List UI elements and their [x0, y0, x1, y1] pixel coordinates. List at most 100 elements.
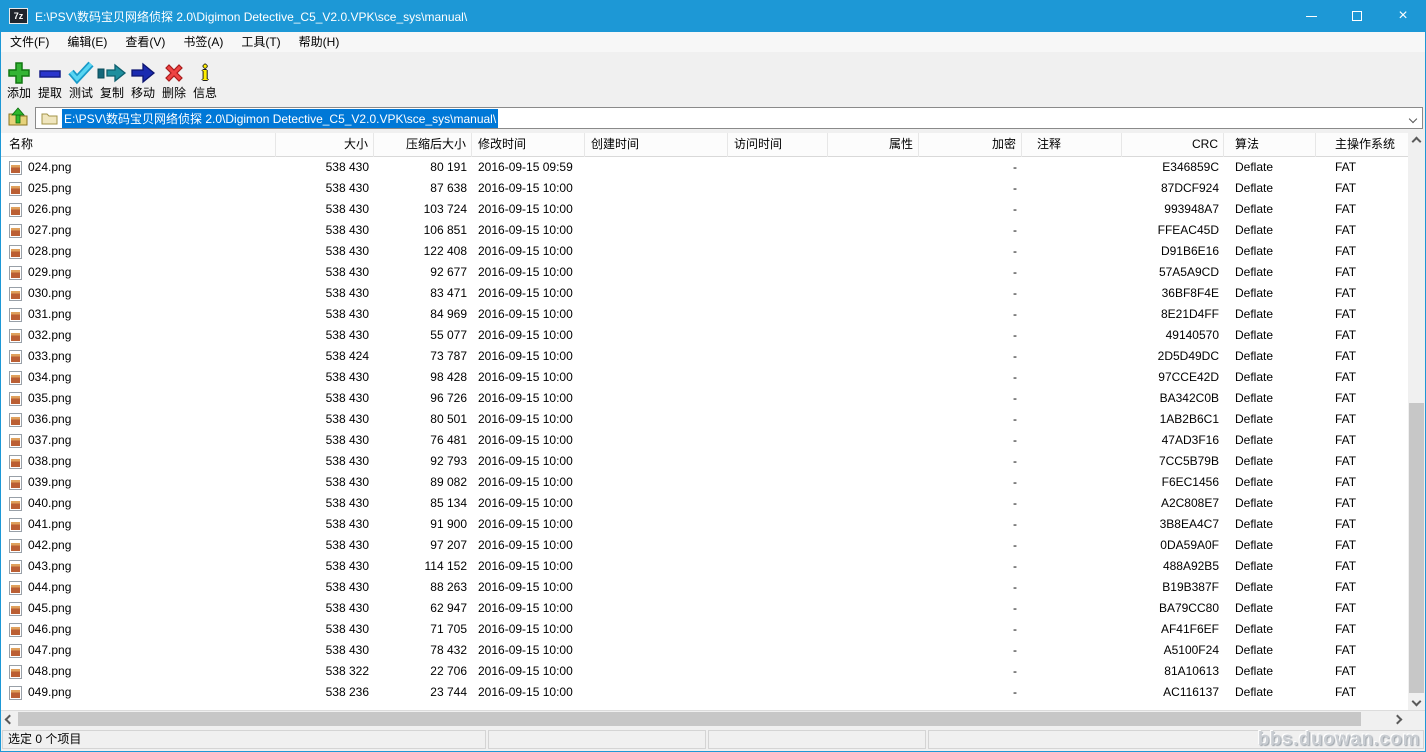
table-row[interactable]: 028.png 538 430 122 408 2016-09-15 10:00… — [1, 241, 1410, 262]
column-header-method[interactable]: 算法 — [1224, 133, 1316, 157]
vertical-scrollbar-thumb[interactable] — [1409, 403, 1424, 693]
column-header-size[interactable]: 大小 — [276, 133, 374, 157]
delete-button[interactable]: 删除 — [159, 55, 189, 101]
file-crc: D91B6E16 — [1122, 241, 1224, 262]
vertical-scrollbar[interactable] — [1408, 133, 1425, 710]
table-row[interactable]: 033.png 538 424 73 787 2016-09-15 10:00 … — [1, 346, 1410, 367]
file-created — [585, 241, 728, 262]
column-header-crc[interactable]: CRC — [1122, 133, 1224, 157]
chevron-down-icon[interactable] — [1409, 115, 1417, 123]
image-file-icon — [9, 581, 22, 595]
menu-edit[interactable]: 编辑(E) — [58, 32, 116, 52]
extract-button[interactable]: 提取 — [35, 55, 65, 101]
menu-bookmarks[interactable]: 书签(A) — [174, 32, 232, 52]
table-row[interactable]: 045.png 538 430 62 947 2016-09-15 10:00 … — [1, 598, 1410, 619]
menu-file[interactable]: 文件(F) — [1, 32, 58, 52]
test-button[interactable]: 测试 — [66, 55, 96, 101]
table-row[interactable]: 027.png 538 430 106 851 2016-09-15 10:00… — [1, 220, 1410, 241]
table-row[interactable]: 042.png 538 430 97 207 2016-09-15 10:00 … — [1, 535, 1410, 556]
column-header-created[interactable]: 创建时间 — [585, 133, 728, 157]
table-row[interactable]: 031.png 538 430 84 969 2016-09-15 10:00 … — [1, 304, 1410, 325]
file-name: 035.png — [28, 388, 71, 409]
chevron-left-icon — [5, 714, 15, 724]
file-name: 049.png — [28, 682, 71, 703]
close-icon: × — [1398, 8, 1407, 24]
table-row[interactable]: 044.png 538 430 88 263 2016-09-15 10:00 … — [1, 577, 1410, 598]
table-row[interactable]: 037.png 538 430 76 481 2016-09-15 10:00 … — [1, 430, 1410, 451]
table-row[interactable]: 048.png 538 322 22 706 2016-09-15 10:00 … — [1, 661, 1410, 682]
menu-view[interactable]: 查看(V) — [116, 32, 174, 52]
file-accessed — [728, 430, 828, 451]
column-header-host-os[interactable]: 主操作系统 — [1316, 133, 1410, 157]
status-panel-3 — [708, 730, 926, 749]
minimize-button[interactable] — [1288, 0, 1334, 32]
file-size: 538 430 — [276, 388, 374, 409]
file-accessed — [728, 619, 828, 640]
scroll-left-button[interactable] — [1, 711, 18, 727]
menu-help[interactable]: 帮助(H) — [290, 32, 349, 52]
column-header-comment[interactable]: 注释 — [1022, 133, 1122, 157]
column-header-attributes[interactable]: 属性 — [828, 133, 919, 157]
file-created — [585, 514, 728, 535]
maximize-button[interactable] — [1334, 0, 1380, 32]
file-size: 538 322 — [276, 661, 374, 682]
move-button[interactable]: 移动 — [128, 55, 158, 101]
file-name: 033.png — [28, 346, 71, 367]
table-row[interactable]: 024.png 538 430 80 191 2016-09-15 09:59 … — [1, 157, 1410, 178]
table-row[interactable]: 041.png 538 430 91 900 2016-09-15 10:00 … — [1, 514, 1410, 535]
file-crc: AC116137 — [1122, 682, 1224, 703]
table-row[interactable]: 047.png 538 430 78 432 2016-09-15 10:00 … — [1, 640, 1410, 661]
file-created — [585, 472, 728, 493]
file-size: 538 430 — [276, 577, 374, 598]
horizontal-scrollbar-thumb[interactable] — [18, 712, 1361, 726]
add-button[interactable]: 添加 — [4, 55, 34, 101]
table-row[interactable]: 034.png 538 430 98 428 2016-09-15 10:00 … — [1, 367, 1410, 388]
up-one-level-button[interactable] — [5, 106, 31, 130]
file-accessed — [728, 556, 828, 577]
table-row[interactable]: 030.png 538 430 83 471 2016-09-15 10:00 … — [1, 283, 1410, 304]
column-header-accessed[interactable]: 访问时间 — [728, 133, 828, 157]
table-row[interactable]: 035.png 538 430 96 726 2016-09-15 10:00 … — [1, 388, 1410, 409]
table-row[interactable]: 039.png 538 430 89 082 2016-09-15 10:00 … — [1, 472, 1410, 493]
table-row[interactable]: 046.png 538 430 71 705 2016-09-15 10:00 … — [1, 619, 1410, 640]
file-host-os: FAT — [1316, 241, 1410, 262]
file-attributes — [828, 451, 919, 472]
table-row[interactable]: 032.png 538 430 55 077 2016-09-15 10:00 … — [1, 325, 1410, 346]
column-header-encrypted[interactable]: 加密 — [919, 133, 1022, 157]
table-row[interactable]: 038.png 538 430 92 793 2016-09-15 10:00 … — [1, 451, 1410, 472]
column-header-modified[interactable]: 修改时间 — [472, 133, 585, 157]
table-row[interactable]: 029.png 538 430 92 677 2016-09-15 10:00 … — [1, 262, 1410, 283]
image-file-icon — [9, 623, 22, 637]
close-button[interactable]: × — [1380, 0, 1426, 32]
file-packed-size: 92 677 — [374, 262, 472, 283]
table-row[interactable]: 036.png 538 430 80 501 2016-09-15 10:00 … — [1, 409, 1410, 430]
status-selected-items: 选定 0 个项目 — [2, 730, 486, 749]
file-created — [585, 451, 728, 472]
file-modified: 2016-09-15 10:00 — [472, 619, 585, 640]
file-attributes — [828, 409, 919, 430]
table-row[interactable]: 026.png 538 430 103 724 2016-09-15 10:00… — [1, 199, 1410, 220]
file-attributes — [828, 661, 919, 682]
file-host-os: FAT — [1316, 661, 1410, 682]
column-header-row: 名称 大小 压缩后大小 修改时间 创建时间 访问时间 属性 加密 注释 CRC … — [1, 133, 1410, 157]
table-row[interactable]: 049.png 538 236 23 744 2016-09-15 10:00 … — [1, 682, 1410, 703]
copy-button[interactable]: 复制 — [97, 55, 127, 101]
address-input[interactable]: E:\PSV\数码宝贝网络侦探 2.0\Digimon Detective_C5… — [35, 107, 1423, 129]
column-header-packed-size[interactable]: 压缩后大小 — [374, 133, 472, 157]
file-comment — [1022, 346, 1122, 367]
info-button[interactable]: i 信息 — [190, 55, 220, 101]
scroll-up-button[interactable] — [1408, 133, 1425, 150]
scroll-right-button[interactable] — [1389, 711, 1406, 727]
column-header-name[interactable]: 名称 — [1, 133, 276, 157]
file-name: 047.png — [28, 640, 71, 661]
table-row[interactable]: 025.png 538 430 87 638 2016-09-15 10:00 … — [1, 178, 1410, 199]
image-file-icon — [9, 497, 22, 511]
table-row[interactable]: 043.png 538 430 114 152 2016-09-15 10:00… — [1, 556, 1410, 577]
scroll-down-button[interactable] — [1408, 693, 1425, 710]
file-accessed — [728, 325, 828, 346]
table-row[interactable]: 040.png 538 430 85 134 2016-09-15 10:00 … — [1, 493, 1410, 514]
horizontal-scrollbar[interactable] — [1, 710, 1425, 727]
menu-tools[interactable]: 工具(T) — [232, 32, 289, 52]
file-host-os: FAT — [1316, 388, 1410, 409]
delete-x-icon — [161, 59, 187, 86]
